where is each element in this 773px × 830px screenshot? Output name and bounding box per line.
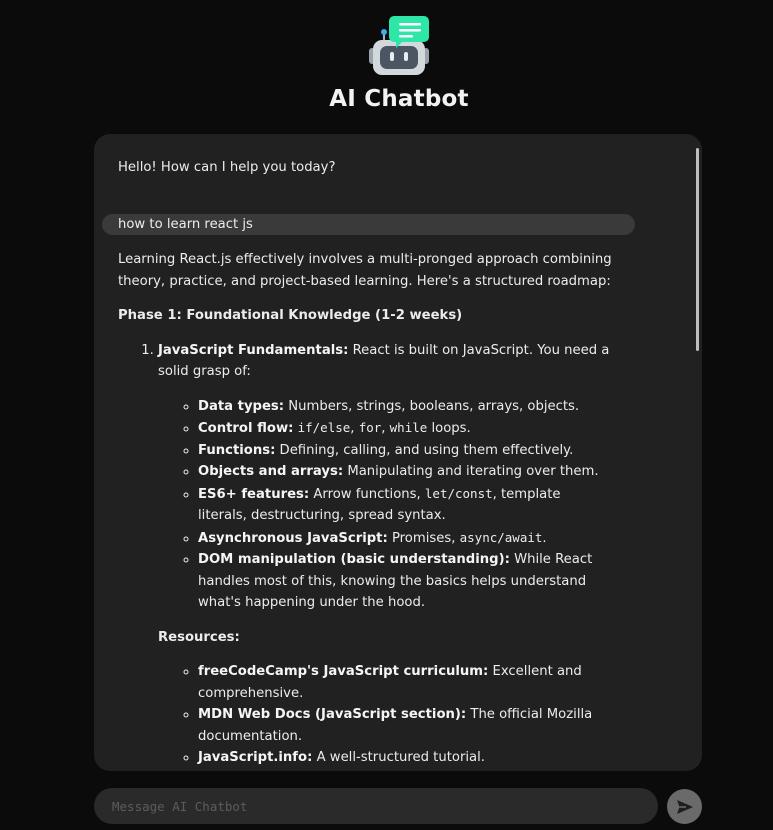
bot-answer-message: Learning React.js effectively involves a… [118,249,613,771]
list-item: freeCodeCamp's JavaScript curriculum: Ex… [198,661,613,704]
scrollbar-thumb[interactable] [696,148,699,351]
resources-label: Resources: [158,629,240,645]
chat-panel: Hello! How can I help you today? how to … [94,134,702,771]
bot-greeting-message: Hello! How can I help you today? [118,160,336,175]
message-input[interactable] [94,788,658,824]
list-item: MDN Web Docs (JavaScript section): The o… [198,704,613,747]
answer-intro: Learning React.js effectively involves a… [118,252,612,289]
list-item: JavaScript Fundamentals: React is built … [158,340,613,769]
list-item: Control flow: if/else, for, while loops. [198,417,613,440]
user-message: how to learn react js [102,214,635,235]
robot-chat-icon [369,16,429,75]
phase-heading: Phase 1: Foundational Knowledge (1-2 wee… [118,308,463,323]
list-item: Asynchronous JavaScript: Promises, async… [198,527,613,550]
list-item: Data types: Numbers, strings, booleans, … [198,396,613,418]
list-item: Objects and arrays: Manipulating and ite… [198,461,613,483]
list-item: DOM manipulation (basic understanding): … [198,549,613,614]
send-arrow-icon [676,799,693,814]
list-item: ES6+ features: Arrow functions, let/cons… [198,483,613,527]
app-title: AI Chatbot [329,86,469,112]
list-item: Functions: Defining, calling, and using … [198,440,613,462]
list-item: JavaScript.info: A well-structured tutor… [198,747,613,769]
topic-list: Data types: Numbers, strings, booleans, … [158,396,613,614]
resource-list: freeCodeCamp's JavaScript curriculum: Ex… [158,661,613,769]
send-button[interactable] [667,789,702,824]
roadmap-list: JavaScript Fundamentals: React is built … [118,340,613,769]
